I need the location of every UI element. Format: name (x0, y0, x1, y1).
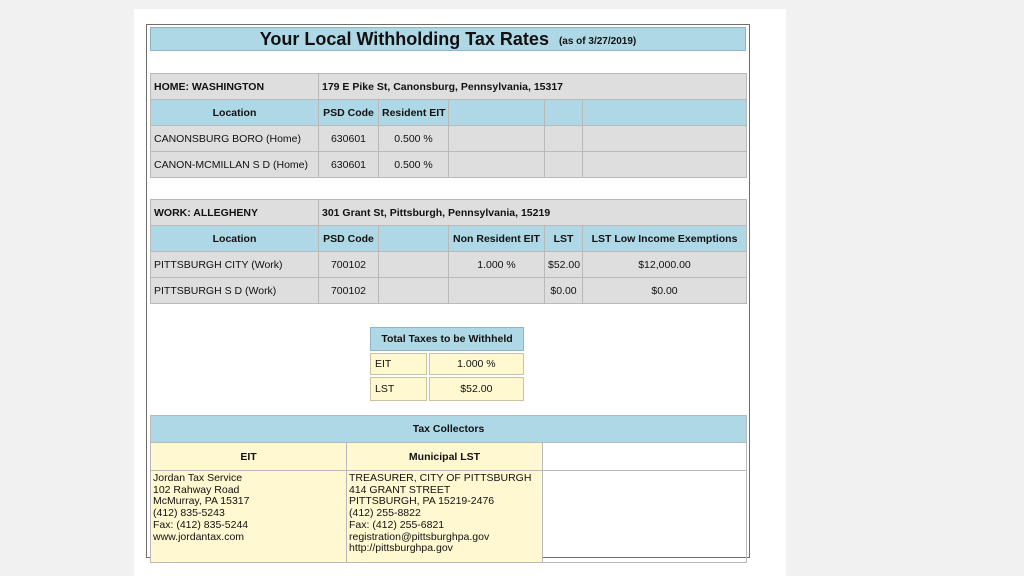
home-label: HOME: WASHINGTON (150, 73, 319, 100)
work-label: WORK: ALLEGHENY (150, 199, 319, 226)
col-location: Location (150, 225, 319, 252)
home-column-headers: Location PSD Code Resident EIT (150, 99, 748, 126)
location-cell: PITTSBURGH CITY (Work) (150, 251, 319, 278)
col-location: Location (150, 99, 319, 126)
lst-collector-address: TREASURER, CITY OF PITTSBURGH 414 GRANT … (346, 470, 543, 563)
col-empty (544, 99, 583, 126)
location-cell: CANONSBURG BORO (Home) (150, 125, 319, 152)
tax-collectors-header: Tax Collectors (150, 415, 747, 443)
lst-cell: $52.00 (544, 251, 583, 278)
empty-cell (581, 151, 748, 178)
eit-cell: 0.500 % (378, 125, 449, 152)
psd-cell: 700102 (318, 251, 379, 278)
empty-cell (378, 251, 449, 278)
location-cell: CANON-MCMILLAN S D (Home) (150, 151, 319, 178)
work-header-row: WORK: ALLEGHENY 301 Grant St, Pittsburgh… (150, 199, 748, 226)
location-cell: PITTSBURGH S D (Work) (150, 277, 319, 304)
psd-cell: 700102 (318, 277, 379, 304)
empty-cell (448, 151, 545, 178)
totals-header: Total Taxes to be Withheld (370, 327, 524, 351)
col-psd-code: PSD Code (318, 99, 379, 126)
exemption-cell: $12,000.00 (581, 251, 748, 278)
empty-cell (542, 442, 747, 471)
empty-cell (542, 470, 747, 563)
lst-collector-header: Municipal LST (346, 442, 543, 471)
table-row: PITTSBURGH S D (Work) 700102 $0.00 $0.00 (150, 277, 748, 304)
col-lst: LST (544, 225, 583, 252)
table-row: PITTSBURGH CITY (Work) 700102 1.000 % $5… (150, 251, 748, 278)
exemption-cell: $0.00 (581, 277, 748, 304)
work-column-headers: Location PSD Code Non Resident EIT LST L… (150, 225, 748, 252)
empty-cell (581, 125, 748, 152)
eit-cell (448, 277, 545, 304)
table-row: CANONSBURG BORO (Home) 630601 0.500 % (150, 125, 748, 152)
col-resident-eit: Resident EIT (378, 99, 449, 126)
col-empty (378, 225, 449, 252)
lst-cell: $0.00 (544, 277, 583, 304)
totals-value: $52.00 (428, 377, 524, 401)
home-header-row: HOME: WASHINGTON 179 E Pike St, Canonsbu… (150, 73, 748, 100)
col-psd-code: PSD Code (318, 225, 379, 252)
work-table: WORK: ALLEGHENY 301 Grant St, Pittsburgh… (150, 199, 748, 304)
eit-collector-address: Jordan Tax Service 102 Rahway Road McMur… (150, 470, 347, 563)
tax-collectors-table: Tax Collectors EIT Municipal LST Jordan … (150, 415, 747, 563)
col-lst-exemptions: LST Low Income Exemptions (581, 225, 748, 252)
eit-cell: 1.000 % (448, 251, 545, 278)
page-title: Your Local Withholding Tax Rates (259, 28, 549, 49)
psd-cell: 630601 (318, 151, 379, 178)
empty-cell (378, 277, 449, 304)
psd-cell: 630601 (318, 125, 379, 152)
empty-cell (544, 151, 583, 178)
as-of-date: (as of 3/27/2019) (558, 35, 637, 47)
totals-table: Total Taxes to be Withheld EIT 1.000 % L… (368, 325, 526, 403)
title-bar: Your Local Withholding Tax Rates (as of … (150, 27, 746, 51)
home-table: HOME: WASHINGTON 179 E Pike St, Canonsbu… (150, 73, 748, 178)
col-non-resident-eit: Non Resident EIT (448, 225, 545, 252)
eit-collector-header: EIT (150, 442, 347, 471)
totals-label: EIT (370, 353, 427, 375)
totals-value: 1.000 % (428, 353, 524, 375)
col-empty (581, 99, 748, 126)
home-address: 179 E Pike St, Canonsburg, Pennsylvania,… (317, 73, 748, 100)
totals-label: LST (370, 377, 427, 401)
empty-cell (448, 125, 545, 152)
empty-cell (544, 125, 583, 152)
col-empty (448, 99, 545, 126)
work-address: 301 Grant St, Pittsburgh, Pennsylvania, … (317, 199, 748, 226)
table-row: CANON-MCMILLAN S D (Home) 630601 0.500 % (150, 151, 748, 178)
eit-cell: 0.500 % (378, 151, 449, 178)
